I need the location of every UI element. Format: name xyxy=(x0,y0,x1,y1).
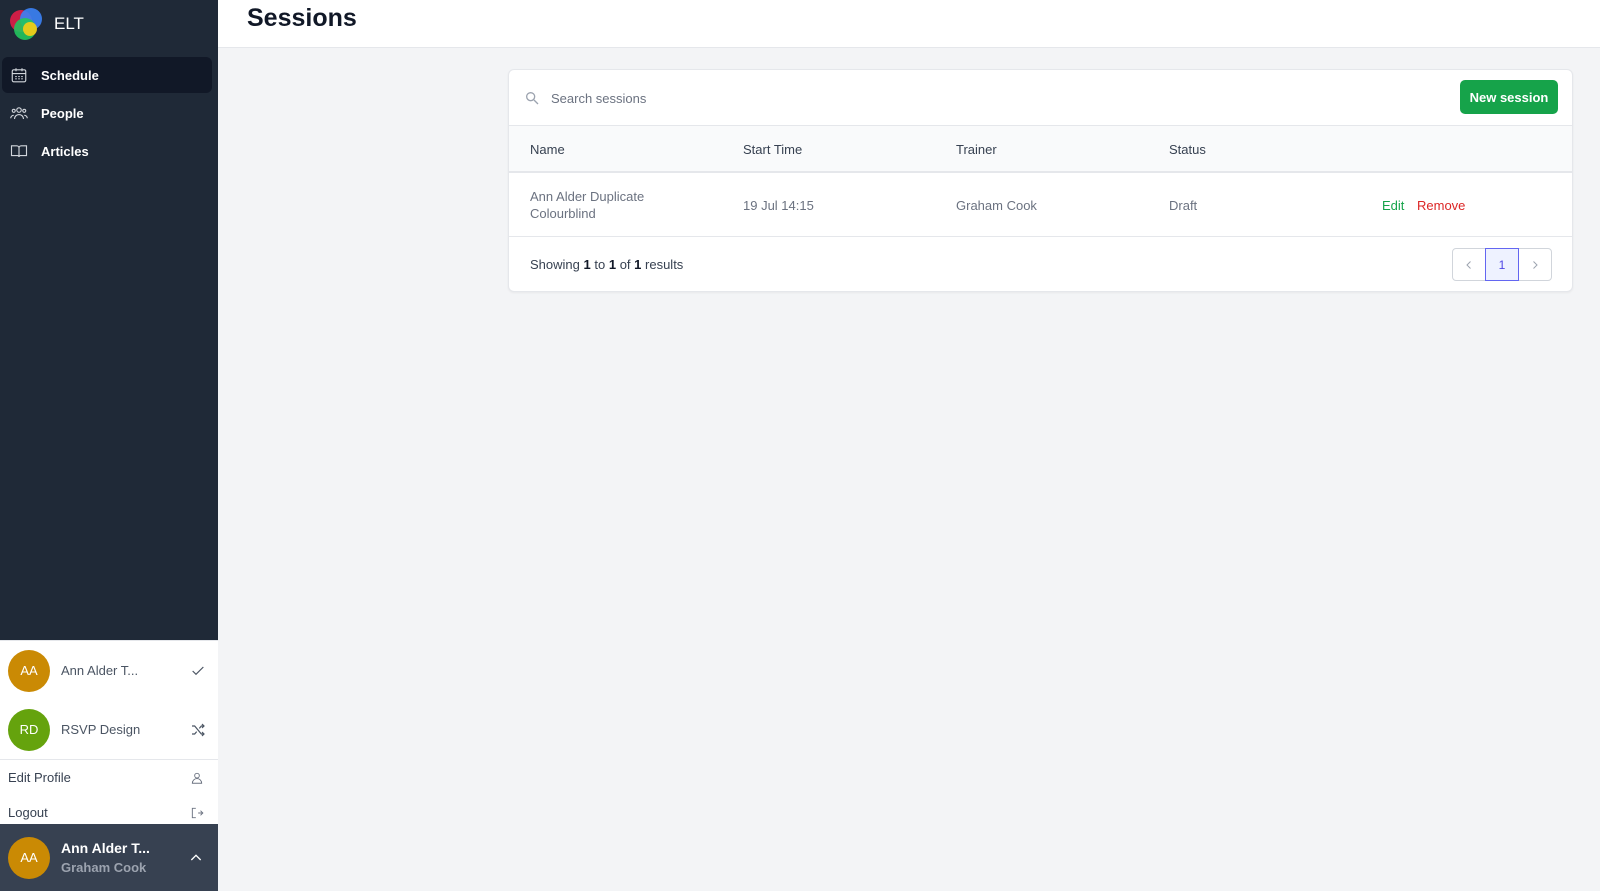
results-total: 1 xyxy=(634,257,642,272)
results-from: 1 xyxy=(583,257,591,272)
app-name: ELT xyxy=(54,14,84,33)
chevron-left-icon xyxy=(1466,260,1471,269)
results-to-word: to xyxy=(594,257,606,272)
avatar: AA xyxy=(8,649,50,692)
search-icon xyxy=(526,92,539,105)
search-bar: New session xyxy=(509,70,1572,126)
sidebar-item-label: Articles xyxy=(41,143,89,159)
avatar: AA xyxy=(8,836,50,879)
book-open-icon xyxy=(10,145,28,158)
logout-label: Logout xyxy=(8,805,48,820)
avatar: RD xyxy=(8,708,50,751)
column-header-status[interactable]: Status xyxy=(1169,142,1206,157)
results-of-word: of xyxy=(619,257,631,272)
calendar-icon xyxy=(11,68,27,83)
page-header: Sessions xyxy=(218,0,1600,48)
pagination: 1 xyxy=(1452,248,1552,281)
logout-icon xyxy=(191,807,204,818)
edit-profile-label: Edit Profile xyxy=(8,770,71,785)
column-header-name[interactable]: Name xyxy=(530,142,565,157)
page-button[interactable]: 1 xyxy=(1485,248,1519,281)
sidebar-nav: Schedule People Articles xyxy=(0,57,218,171)
table-header: Name Start Time Trainer Status xyxy=(509,126,1572,173)
sidebar-item-label: People xyxy=(41,105,84,121)
sidebar-item-articles[interactable]: Articles xyxy=(2,133,212,169)
page-title: Sessions xyxy=(247,4,357,32)
new-session-button[interactable]: New session xyxy=(1460,80,1558,114)
current-user-title: Ann Alder T... xyxy=(61,840,150,856)
session-name-line: Ann Alder Duplicate xyxy=(530,189,645,204)
sessions-card: New session Name Start Time Trainer Stat… xyxy=(508,69,1573,292)
account-name: Ann Alder T... xyxy=(61,663,139,678)
account-name: RSVP Design xyxy=(61,722,141,737)
column-header-start-time[interactable]: Start Time xyxy=(743,142,802,157)
elt-logo xyxy=(10,8,42,40)
previous-page-button[interactable] xyxy=(1452,248,1486,281)
sidebar-item-schedule[interactable]: Schedule xyxy=(2,57,212,93)
current-user-toggle[interactable]: AA Ann Alder T... Graham Cook xyxy=(0,824,218,891)
table-row[interactable]: Ann Alder Duplicate Colourblind 19 Jul 1… xyxy=(509,173,1572,237)
sidebar-item-label: Schedule xyxy=(41,67,99,83)
sidebar-item-people[interactable]: People xyxy=(2,95,212,131)
session-name-line: Colourblind xyxy=(530,206,596,221)
account-item-rsvp-design[interactable]: RD RSVP Design xyxy=(0,700,218,759)
current-user-subtitle: Graham Cook xyxy=(61,860,147,875)
results-prefix: Showing xyxy=(530,257,580,272)
brand[interactable]: ELT xyxy=(10,8,84,40)
session-trainer: Graham Cook xyxy=(956,198,1037,213)
column-header-trainer[interactable]: Trainer xyxy=(956,142,997,157)
table-footer: Showing 1 to 1 of 1 results 1 xyxy=(509,237,1572,292)
chevron-right-icon xyxy=(1533,260,1538,269)
search-input[interactable] xyxy=(551,84,1351,112)
results-summary: Showing 1 to 1 of 1 results xyxy=(530,257,683,272)
edit-session-link[interactable]: Edit xyxy=(1382,198,1404,213)
session-status: Draft xyxy=(1169,198,1198,213)
sidebar: ELT Schedule People Articles AA Ann Alde… xyxy=(0,0,218,891)
results-word: results xyxy=(645,257,684,272)
current-user-info: Ann Alder T... Graham Cook xyxy=(61,840,188,875)
account-menu: AA Ann Alder T... RD RSVP Design Edit Pr… xyxy=(0,640,218,824)
user-icon xyxy=(191,772,203,784)
session-start-time: 19 Jul 14:15 xyxy=(743,198,814,213)
check-icon xyxy=(192,666,204,675)
results-to: 1 xyxy=(608,257,617,272)
edit-profile-link[interactable]: Edit Profile xyxy=(0,760,218,795)
remove-session-link[interactable]: Remove xyxy=(1417,198,1465,213)
session-name-cell: Ann Alder Duplicate Colourblind xyxy=(530,188,644,222)
account-item-ann-alder[interactable]: AA Ann Alder T... xyxy=(0,641,218,700)
shuffle-icon xyxy=(192,723,205,736)
chevron-up-icon xyxy=(190,853,202,860)
users-icon xyxy=(10,107,28,120)
next-page-button[interactable] xyxy=(1518,248,1552,281)
